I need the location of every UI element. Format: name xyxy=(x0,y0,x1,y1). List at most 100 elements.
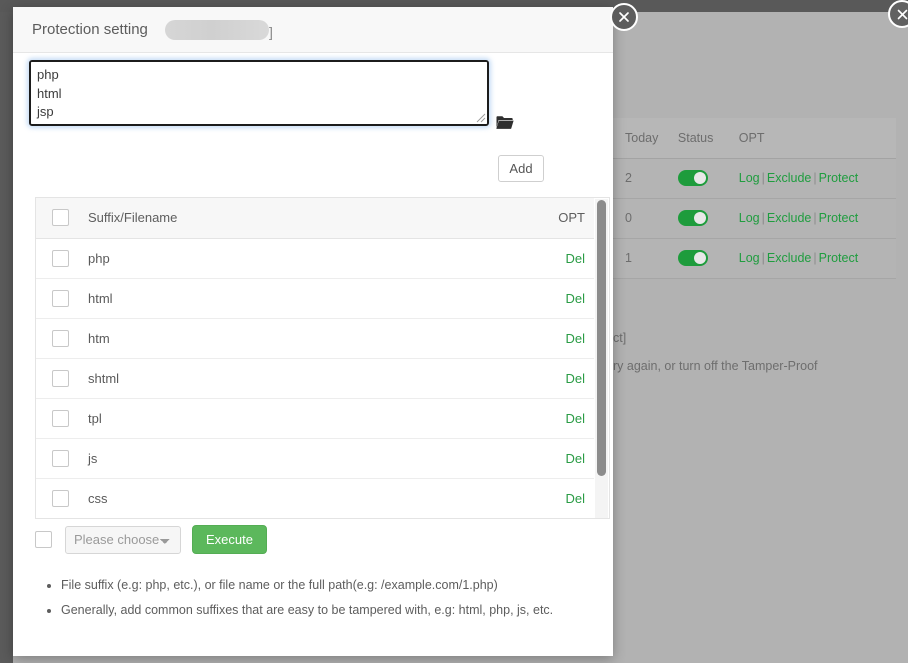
row-opt-cell: Del xyxy=(518,438,594,479)
row-checkbox[interactable] xyxy=(52,249,69,267)
background-cell-status xyxy=(677,198,739,239)
row-checkbox[interactable] xyxy=(52,329,69,347)
opt-separator: | xyxy=(813,251,817,265)
delete-link[interactable]: Del xyxy=(565,411,585,426)
status-toggle[interactable] xyxy=(677,210,708,226)
log-link[interactable]: Log xyxy=(739,211,760,225)
select-all-cell xyxy=(36,198,88,239)
suffix-input-row: Add xyxy=(13,53,613,182)
row-select-cell xyxy=(36,358,88,399)
bulk-select-checkbox[interactable] xyxy=(35,531,52,548)
left-edge-strip xyxy=(0,12,13,663)
row-select-cell xyxy=(36,318,88,359)
background-cell-status xyxy=(677,158,739,199)
background-note-2: ry again, or turn off the Tamper-Proof xyxy=(613,359,818,373)
background-cell-today: 1 xyxy=(613,238,678,279)
protection-setting-dialog: Protection setting ] php html jsp Add Su… xyxy=(13,3,638,656)
close-icon xyxy=(897,9,907,19)
background-cell-opt: Log | Exclude | Protect xyxy=(738,238,896,279)
row-opt-cell: Del xyxy=(518,278,594,319)
log-link[interactable]: Log xyxy=(739,251,760,265)
opt-separator: | xyxy=(813,171,817,185)
background-cell-opt: Log | Exclude | Protect xyxy=(738,198,896,239)
row-opt-cell: Del xyxy=(518,318,594,359)
row-suffix-name: css xyxy=(88,478,518,518)
background-col-opt: OPT xyxy=(738,118,896,159)
delete-link[interactable]: Del xyxy=(565,451,585,466)
row-suffix-name: html xyxy=(88,278,518,319)
list-item: css Del xyxy=(36,478,594,518)
suffix-list-header-row: Suffix/Filename OPT xyxy=(36,198,594,239)
protect-link[interactable]: Protect xyxy=(819,211,859,225)
suffix-list-head: Suffix/Filename OPT xyxy=(36,198,594,239)
delete-link[interactable]: Del xyxy=(565,491,585,506)
status-toggle[interactable] xyxy=(677,170,708,186)
opt-separator: | xyxy=(761,171,765,185)
screen: Today Status OPT 2 Log | Exclude | Protect 0 xyxy=(0,0,908,663)
background-table-head: Today Status OPT xyxy=(613,118,896,159)
row-checkbox[interactable] xyxy=(52,449,69,467)
list-item: html Del xyxy=(36,278,594,319)
background-col-status: Status xyxy=(677,118,739,159)
row-select-cell xyxy=(36,238,88,279)
row-suffix-name: tpl xyxy=(88,398,518,439)
row-checkbox[interactable] xyxy=(52,289,69,307)
column-suffix-filename: Suffix/Filename xyxy=(88,198,518,239)
delete-link[interactable]: Del xyxy=(565,251,585,266)
background-cell-status xyxy=(677,238,739,279)
log-link[interactable]: Log xyxy=(739,171,760,185)
row-checkbox[interactable] xyxy=(52,369,69,387)
background-note-1: ct] xyxy=(613,331,627,345)
row-suffix-name: php xyxy=(88,238,518,279)
background-cell-opt: Log | Exclude | Protect xyxy=(738,158,896,199)
help-notes: File suffix (e.g: php, etc.), or file na… xyxy=(43,573,603,623)
exclude-link[interactable]: Exclude xyxy=(767,251,811,265)
title-suffix: ] xyxy=(269,24,273,40)
background-table-header-row: Today Status OPT xyxy=(613,118,896,159)
list-item: php Del xyxy=(36,238,594,279)
add-button[interactable]: Add xyxy=(498,155,544,182)
protect-link[interactable]: Protect xyxy=(819,171,859,185)
table-row: 2 Log | Exclude | Protect xyxy=(613,158,896,199)
row-suffix-name: htm xyxy=(88,318,518,359)
bulk-action-row: Please choose Execute xyxy=(35,525,267,554)
delete-link[interactable]: Del xyxy=(565,291,585,306)
row-select-cell xyxy=(36,278,88,319)
row-opt-cell: Del xyxy=(518,238,594,279)
list-scrollbar-thumb[interactable] xyxy=(597,200,606,476)
suffix-list-body: php Del html Del htm Del shtml Del tpl D… xyxy=(36,238,594,518)
opt-separator: | xyxy=(761,211,765,225)
suffix-list-table: Suffix/Filename OPT php Del html Del htm… xyxy=(36,198,594,518)
row-opt-cell: Del xyxy=(518,478,594,518)
redacted-title-text xyxy=(165,20,269,40)
close-icon xyxy=(619,12,629,22)
row-opt-cell: Del xyxy=(518,358,594,399)
page-close-button[interactable] xyxy=(888,0,908,28)
page-title: Protection setting xyxy=(32,21,148,38)
folder-open-icon[interactable] xyxy=(496,115,514,130)
help-note-1: File suffix (e.g: php, etc.), or file na… xyxy=(61,573,603,597)
delete-link[interactable]: Del xyxy=(565,371,585,386)
row-checkbox[interactable] xyxy=(52,409,69,427)
exclude-link[interactable]: Exclude xyxy=(767,211,811,225)
background-col-today: Today xyxy=(613,118,678,159)
suffix-input[interactable] xyxy=(29,60,489,126)
help-note-2: Generally, add common suffixes that are … xyxy=(61,598,603,622)
table-row: 1 Log | Exclude | Protect xyxy=(613,238,896,279)
dialog-close-button[interactable] xyxy=(610,3,638,31)
background-table: Today Status OPT 2 Log | Exclude | Protect 0 xyxy=(613,118,896,279)
background-cell-today: 0 xyxy=(613,198,678,239)
background-table-body: 2 Log | Exclude | Protect 0 Log | Exclude | Prot… xyxy=(613,158,896,279)
list-scrollbar[interactable] xyxy=(595,199,608,518)
select-all-checkbox[interactable] xyxy=(52,209,69,227)
exclude-link[interactable]: Exclude xyxy=(767,171,811,185)
execute-button[interactable]: Execute xyxy=(192,525,267,554)
protect-link[interactable]: Protect xyxy=(819,251,859,265)
row-select-cell xyxy=(36,438,88,479)
delete-link[interactable]: Del xyxy=(565,331,585,346)
row-checkbox[interactable] xyxy=(52,489,69,507)
suffix-list-container: Suffix/Filename OPT php Del html Del htm… xyxy=(35,197,610,519)
bulk-action-select[interactable]: Please choose xyxy=(65,525,181,554)
background-cell-today: 2 xyxy=(613,158,678,199)
status-toggle[interactable] xyxy=(677,250,708,266)
